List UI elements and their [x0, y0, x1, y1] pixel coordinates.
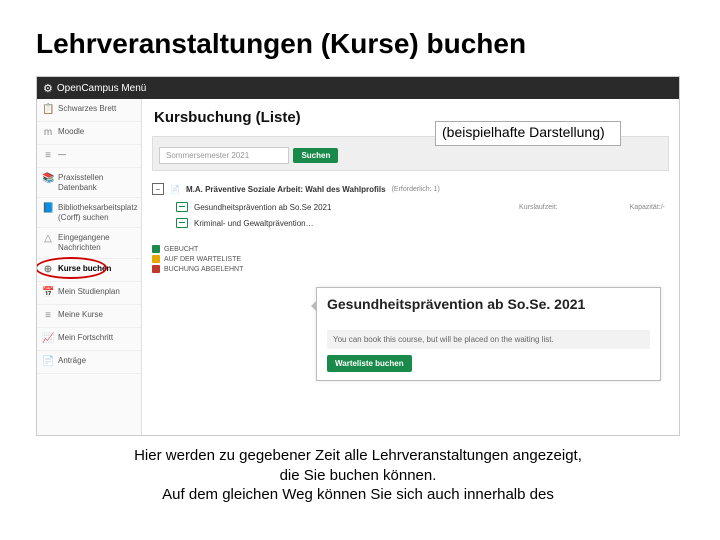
collapse-icon[interactable]: − — [152, 183, 164, 195]
sidebar-item[interactable]: 📈 Mein Fortschritt — [37, 328, 141, 351]
sidebar-item[interactable]: m Moodle — [37, 122, 141, 145]
popup-title: Gesundheitsprävention ab So.Se. 2021 — [327, 296, 650, 312]
popup-note: You can book this course, but will be pl… — [327, 330, 650, 349]
sidebar-item[interactable]: ≡— — [37, 145, 141, 168]
waitlist-book-button[interactable]: Warteliste buchen — [327, 355, 412, 372]
sidebar-item-label: Mein Fortschritt — [58, 333, 113, 343]
plus-circle-icon: ⊕ — [42, 264, 54, 276]
db-icon: 📚 — [42, 173, 54, 185]
sidebar-item[interactable]: ≡ Meine Kurse — [37, 305, 141, 328]
sidebar-item-label: Eingegangene Nachrichten — [58, 233, 136, 252]
progress-icon: 📈 — [42, 333, 54, 345]
book-icon — [176, 218, 188, 228]
book-icon — [176, 202, 188, 212]
legend-label: GEBUCHT — [164, 246, 198, 253]
moodle-icon: m — [42, 127, 54, 139]
doc-icon: 📄 — [170, 185, 180, 194]
sidebar-item[interactable]: △ Eingegangene Nachrichten — [37, 228, 141, 258]
sidebar-item[interactable]: 📄 Anträge — [37, 351, 141, 374]
page-title: Lehrveranstaltungen (Kurse) buchen — [36, 28, 680, 60]
module-title: M.A. Präventive Soziale Arbeit: Wahl des… — [186, 185, 386, 194]
legend-label: AUF DER WARTELISTE — [164, 256, 241, 263]
course-runtime-label: Kurslaufzeit: — [519, 204, 558, 211]
sidebar: 📋Schwarzes Brett mMoodle ≡— 📚Praxisstell… — [37, 99, 142, 436]
sidebar-item-label: Kurse buchen — [58, 264, 111, 274]
legend-label: BUCHUNG ABGELEHNT — [164, 266, 243, 273]
module-req: (Erforderlich: 1) — [392, 186, 440, 193]
course-row[interactable]: Kriminal- und Gewaltprävention… — [152, 215, 669, 231]
sidebar-item-label: Bibliotheksarbeitsplatz (Corff) suchen — [58, 203, 138, 222]
callout-note: (beispielhafte Darstellung) — [435, 121, 621, 146]
legend: GEBUCHT AUF DER WARTELISTE BUCHUNG ABGEL… — [152, 245, 669, 273]
sidebar-item-label: Anträge — [58, 356, 86, 366]
course-row[interactable]: Gesundheitsprävention ab So.Se 2021 Kurs… — [152, 199, 669, 215]
library-icon: 📘 — [42, 203, 54, 215]
list-icon: ≡ — [42, 310, 54, 322]
status-dot-booked — [152, 245, 160, 253]
popup-arrow-icon — [311, 300, 317, 312]
search-button[interactable]: Suchen — [293, 148, 338, 163]
course-title: Gesundheitsprävention ab So.Se 2021 — [194, 203, 331, 212]
sidebar-item-label: — — [58, 150, 66, 160]
status-dot-waitlist — [152, 255, 160, 263]
module-row[interactable]: − 📄 M.A. Präventive Soziale Arbeit: Wahl… — [152, 179, 669, 199]
course-capacity-label: Kapazität:/- — [630, 204, 665, 211]
screenshot: ⚙ OpenCampus Menü 📋 Schwarzes Brett m Mood… — [36, 76, 680, 436]
footer-text: Hier werden zu gegebener Zeit alle Lehrv… — [36, 446, 680, 505]
semester-select[interactable] — [159, 147, 289, 164]
list-icon: ≡ — [42, 150, 54, 162]
sidebar-item[interactable]: 📘 Bibliotheksarbeitsplatz (Corff) suchen — [37, 198, 141, 228]
sidebar-item-label: Meine Kurse — [58, 310, 103, 320]
sidebar-item[interactable]: 📋 Schwarzes Brett — [37, 99, 141, 122]
app-menubar[interactable]: ⚙ OpenCampus Menü — [37, 77, 679, 99]
calendar-icon: 📅 — [42, 287, 54, 299]
sidebar-item-label: Schwarzes Brett — [58, 104, 116, 114]
sidebar-item-label: Mein Studienplan — [58, 287, 120, 297]
status-dot-rejected — [152, 265, 160, 273]
course-detail-popup: Gesundheitsprävention ab So.Se. 2021 You… — [316, 287, 661, 381]
sidebar-item-kurse-buchen[interactable]: ⊕ Kurse buchen — [37, 259, 141, 282]
inbox-icon: △ — [42, 233, 54, 245]
sidebar-item[interactable]: 📅 Mein Studienplan — [37, 282, 141, 305]
board-icon: 📋 — [42, 104, 54, 116]
course-title: Kriminal- und Gewaltprävention… — [194, 219, 314, 228]
content-pane: Kursbuchung (Liste) Suchen − 📄 M.A. Präv… — [142, 99, 679, 436]
menubar-label: OpenCampus Menü — [57, 83, 147, 94]
gear-icon: ⚙ — [43, 82, 53, 95]
sidebar-item[interactable]: 📚 Praxisstellen Datenbank — [37, 168, 141, 198]
sidebar-item-label: Moodle — [58, 127, 84, 137]
sidebar-item-label: Praxisstellen Datenbank — [58, 173, 136, 192]
doc-icon: 📄 — [42, 356, 54, 368]
